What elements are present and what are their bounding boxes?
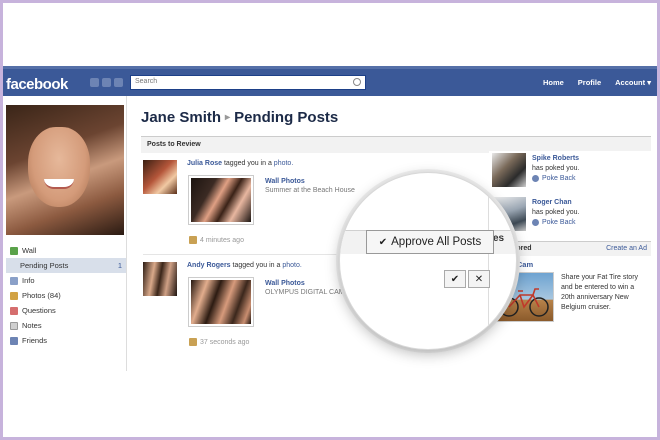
nav-item-label: Notes [22,321,42,330]
nav-item-label: Pending Posts [20,261,69,270]
post-timestamp: 4 minutes ago [189,236,244,244]
album-link[interactable]: Wall Photos [265,178,305,185]
posts-to-review-header: Posts to Review [141,136,489,153]
friend-requests-icon[interactable] [90,78,99,87]
photos-icon [10,291,18,300]
wall-icon [10,246,18,255]
poke-item: Roger Chan has poked you. Poke Back [492,197,652,237]
post-timestamp: 37 seconds ago [189,338,249,346]
breadcrumb-separator: ▸ [225,112,231,123]
search-icon[interactable] [353,78,361,86]
author-avatar[interactable] [143,160,177,194]
ad-body-text: Share your Fat Tire story and be entered… [561,274,639,311]
author-avatar[interactable] [143,262,177,296]
pending-count-badge: 1 [117,261,122,270]
post-action-text: tagged you in a [232,262,281,269]
poke-icon [532,219,539,226]
poke-message: has poked you. [532,209,580,216]
create-ad-link[interactable]: Create an Ad [606,245,647,252]
zoom-callout: es ✔ Approve All Posts ✔ ✕ [339,172,517,350]
nav-item-label: Info [22,276,35,285]
nav-item-friends[interactable]: Friends [6,333,126,348]
nav-home-link[interactable]: Home [543,78,564,87]
poke-back-label: Poke Back [542,219,576,226]
poker-name-link[interactable]: Spike Roberts [532,155,579,162]
nav-item-label: Wall [22,246,37,255]
top-nav: Home Profile Account ▾ [543,78,651,87]
nav-item-info[interactable]: Info [6,273,126,288]
post-time-text: 37 seconds ago [200,338,250,346]
facebook-logo[interactable]: facebook [6,76,68,93]
screenshot-frame: facebook Search Home Profile Account ▾ W… [3,3,657,437]
zoom-right-column: es [488,173,516,349]
nav-item-wall[interactable]: Wall [6,243,126,258]
profile-picture[interactable] [6,105,124,235]
profile-name-link[interactable]: Jane Smith [141,109,221,126]
photo-type-icon [189,338,197,346]
approve-all-label: Approve All Posts [391,236,482,248]
poke-message: has poked you. [532,165,580,172]
post-author-link[interactable]: Julia Rose [187,160,222,167]
profile-nav: Wall Pending Posts 1 Info Photos (84) Qu… [6,243,126,348]
poke-back-link[interactable]: Poke Back [532,219,575,226]
post-object-link[interactable]: photo. [274,160,293,167]
poke-icon [532,175,539,182]
nav-item-label: Photos (84) [22,291,61,300]
post-time-text: 4 minutes ago [200,236,244,244]
page-title: Jane Smith ▸ Pending Posts [141,109,338,126]
poke-back-link[interactable]: Poke Back [532,175,575,182]
pokes-header [489,136,651,151]
nav-item-notes[interactable]: Notes [6,318,126,333]
approve-post-button[interactable]: ✔ [444,270,466,288]
nav-item-pending-posts[interactable]: Pending Posts 1 [6,258,126,273]
post-story-line: Julia Rose tagged you in a photo. [187,160,293,167]
poke-item: Spike Roberts has poked you. Poke Back [492,153,652,193]
tagged-photo[interactable] [189,278,253,326]
friends-icon [10,336,18,345]
search-input[interactable]: Search [130,75,366,90]
questions-icon [10,306,18,315]
left-column: Wall Pending Posts 1 Info Photos (84) Qu… [3,96,127,371]
zoom-post-actions: ✔ ✕ [444,270,490,288]
notes-icon [10,321,18,330]
album-link[interactable]: Wall Photos [265,280,305,287]
nav-profile-link[interactable]: Profile [578,78,601,87]
photo-type-icon [189,236,197,244]
poke-back-label: Poke Back [542,175,576,182]
notifications-icon[interactable] [114,78,123,87]
profile-face [28,127,90,207]
top-bar: facebook Search Home Profile Account ▾ [3,66,657,96]
nav-item-questions[interactable]: Questions [6,303,126,318]
check-icon: ✔ [378,236,388,248]
messages-icon[interactable] [102,78,111,87]
search-placeholder: Search [135,78,158,85]
post-author-link[interactable]: Andy Rogers [187,262,231,269]
nav-item-label: Friends [22,336,48,345]
nav-account-menu[interactable]: Account ▾ [615,78,651,87]
tagged-photo[interactable] [189,176,253,224]
page-title-text: Pending Posts [234,109,339,126]
nav-item-label: Questions [22,306,56,315]
page-content: Wall Pending Posts 1 Info Photos (84) Qu… [3,96,657,437]
nav-item-photos[interactable]: Photos (84) [6,288,126,303]
approve-all-posts-button[interactable]: ✔ Approve All Posts [366,230,494,254]
zoom-pokes-header: es [493,233,505,244]
post-action-text: tagged you in a [223,160,272,167]
photo-caption: Summer at the Beach House [265,187,355,194]
post-object-link[interactable]: photo. [282,262,301,269]
jewel-icons [90,78,123,87]
reject-post-button[interactable]: ✕ [468,270,490,288]
poker-name-link[interactable]: Roger Chan [532,199,572,206]
post-story-line: Andy Rogers tagged you in a photo. [187,262,302,269]
info-icon [10,276,18,285]
